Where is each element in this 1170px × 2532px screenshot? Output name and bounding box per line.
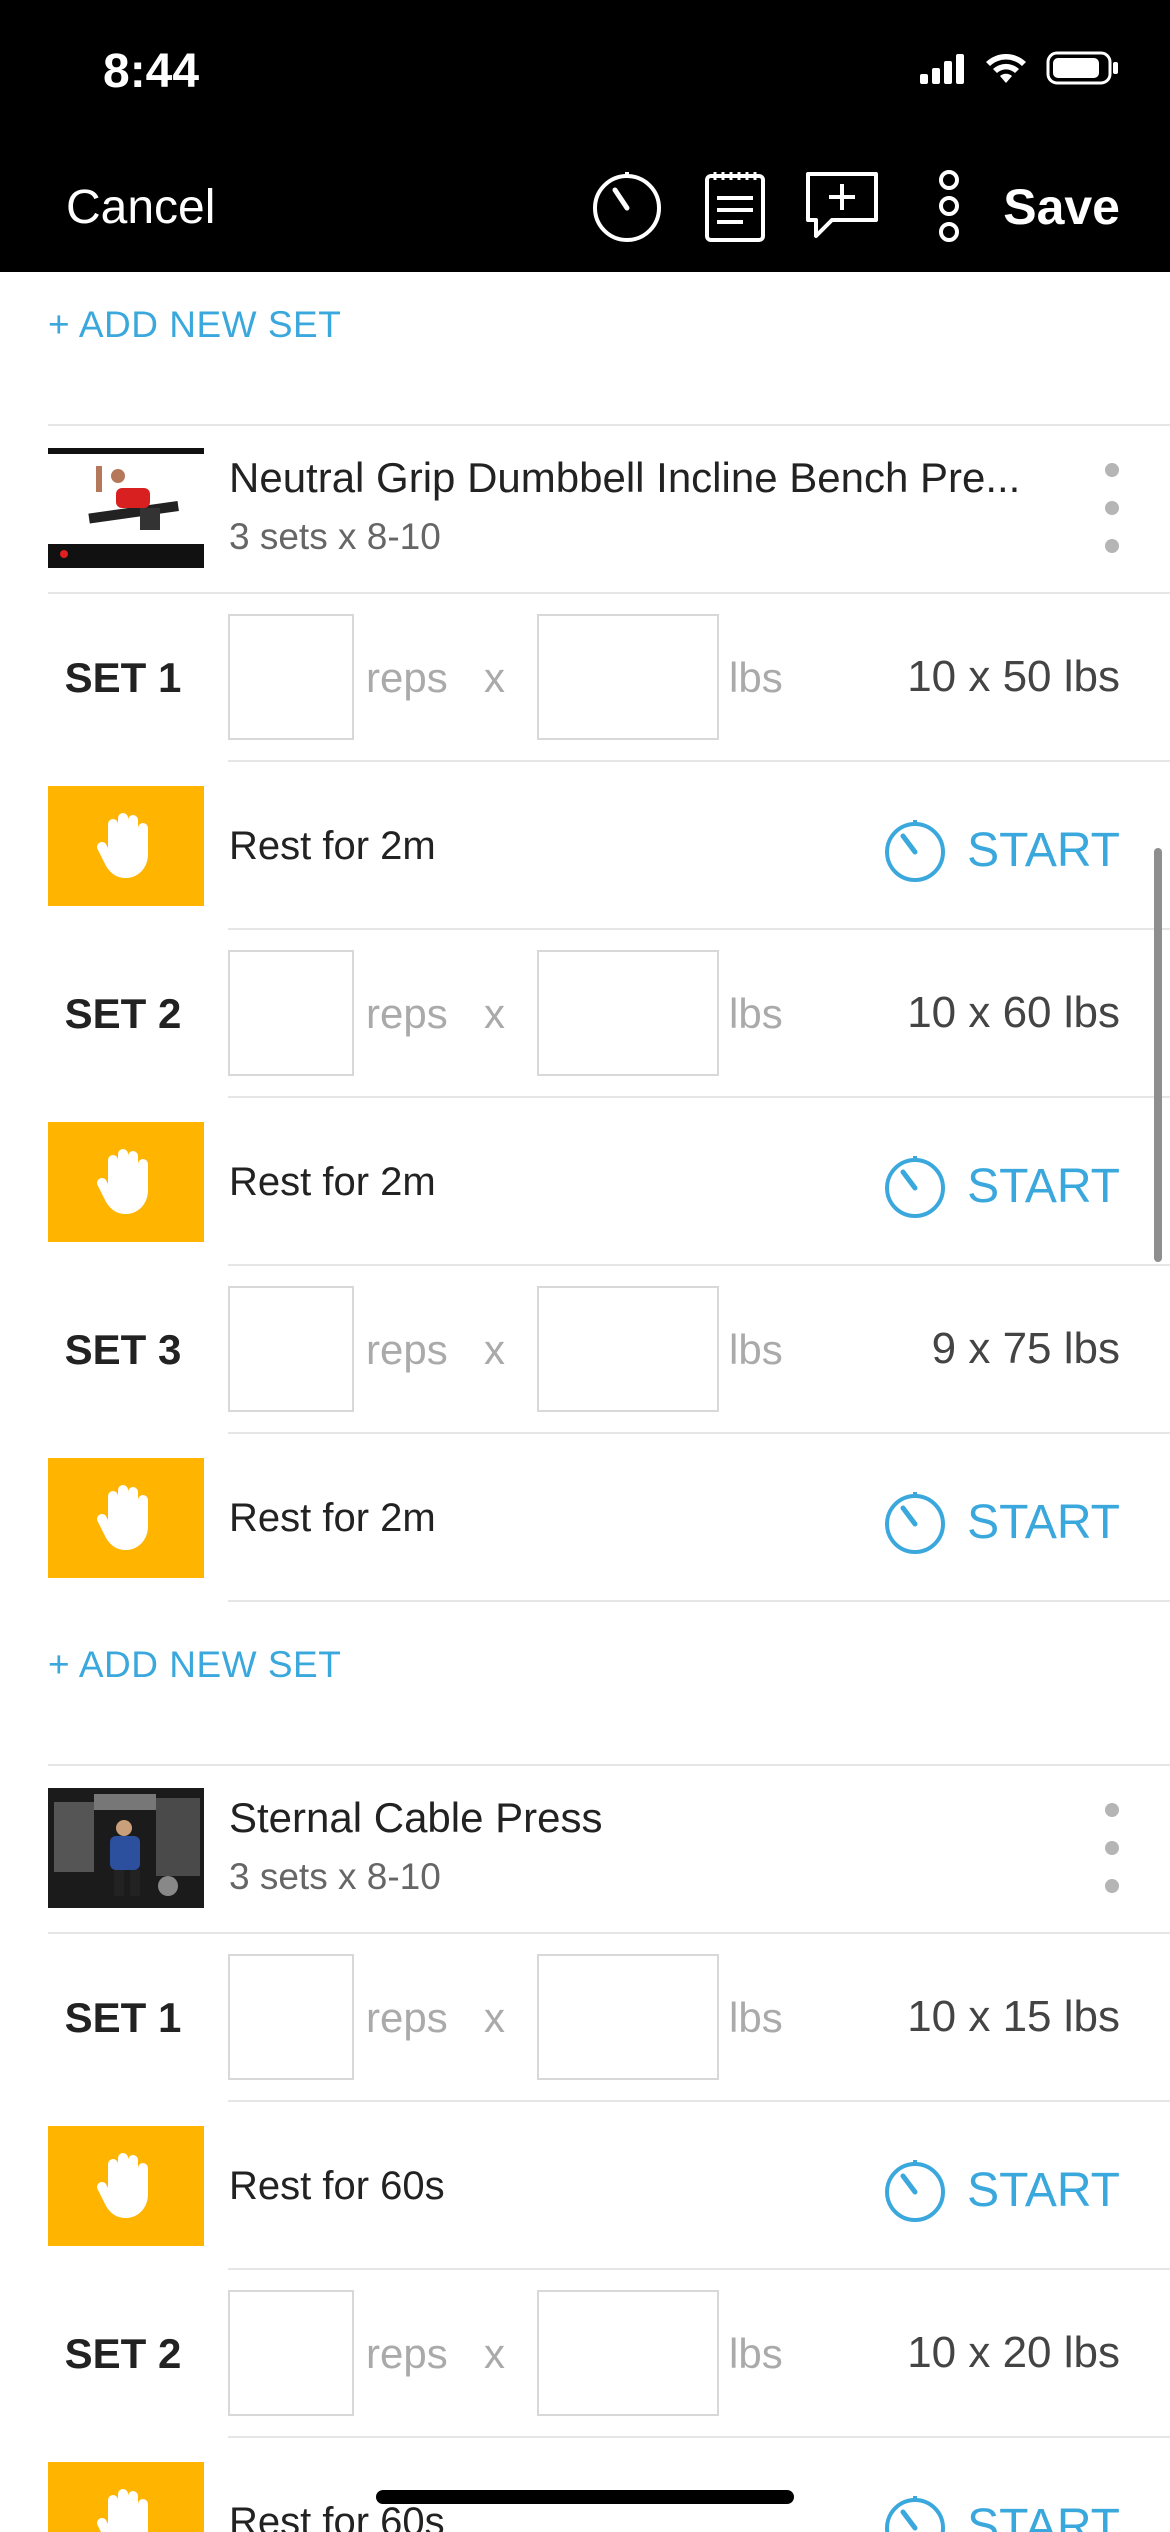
start-label: START bbox=[967, 2499, 1120, 2532]
home-indicator[interactable] bbox=[376, 2490, 794, 2504]
reps-input[interactable] bbox=[228, 1954, 354, 2080]
exercise-title[interactable]: Neutral Grip Dumbbell Incline Bench Pre.… bbox=[229, 454, 1020, 502]
start-rest-button[interactable]: START bbox=[881, 2156, 1120, 2224]
rest-duration: Rest for 60s bbox=[229, 2164, 445, 2208]
weight-input[interactable] bbox=[537, 614, 719, 740]
weight-input[interactable] bbox=[537, 950, 719, 1076]
previous-performance: 10 x 15 lbs bbox=[907, 1992, 1120, 2041]
signal-icon bbox=[920, 54, 964, 84]
timer-icon bbox=[885, 1492, 946, 1554]
weight-input[interactable] bbox=[537, 1954, 719, 2080]
add-new-set-button[interactable]: + ADD NEW SET bbox=[48, 1644, 341, 1686]
workout-toolbar: Cancel Save bbox=[0, 140, 1170, 272]
divider bbox=[48, 592, 1170, 594]
rest-hand-icon bbox=[48, 786, 204, 906]
lbs-placeholder: lbs bbox=[729, 990, 783, 1037]
weight-input[interactable] bbox=[537, 2290, 719, 2416]
divider bbox=[228, 1096, 1170, 1098]
rest-hand-icon bbox=[48, 2462, 204, 2532]
rest-hand-icon bbox=[48, 1458, 204, 1578]
divider bbox=[48, 1932, 1170, 1934]
set-label: SET 2 bbox=[64, 990, 182, 1037]
start-label: START bbox=[967, 1495, 1120, 1549]
divider bbox=[48, 1764, 1170, 1766]
rest-hand-icon bbox=[48, 1122, 204, 1242]
set-label: SET 1 bbox=[64, 654, 182, 701]
divider bbox=[228, 1432, 1170, 1434]
reps-placeholder: reps bbox=[366, 990, 448, 1037]
previous-performance: 10 x 20 lbs bbox=[907, 2328, 1120, 2377]
previous-performance: 9 x 75 lbs bbox=[931, 1324, 1120, 1373]
status-time: 8:44 bbox=[103, 45, 200, 98]
start-rest-button[interactable]: START bbox=[881, 1152, 1120, 1220]
timer-icon bbox=[885, 2496, 946, 2532]
timer-icon bbox=[885, 1156, 946, 1218]
previous-performance: 10 x 50 lbs bbox=[907, 652, 1120, 701]
reps-input[interactable] bbox=[228, 950, 354, 1076]
divider bbox=[228, 928, 1170, 930]
start-rest-button[interactable]: START bbox=[881, 2492, 1120, 2532]
exercise-title[interactable]: Sternal Cable Press bbox=[229, 1794, 603, 1842]
add-comment-icon[interactable] bbox=[800, 164, 884, 248]
more-icon[interactable] bbox=[907, 164, 991, 248]
cancel-button[interactable]: Cancel bbox=[66, 180, 215, 235]
reps-placeholder: reps bbox=[366, 654, 448, 701]
rest-duration: Rest for 2m bbox=[229, 1160, 436, 1204]
divider bbox=[228, 1264, 1170, 1266]
lbs-placeholder: lbs bbox=[729, 1994, 783, 2041]
start-rest-button[interactable]: START bbox=[881, 1488, 1120, 1556]
rest-duration: Rest for 2m bbox=[229, 1496, 436, 1540]
set-label: SET 2 bbox=[64, 2330, 182, 2377]
rest-duration: Rest for 2m bbox=[229, 824, 436, 868]
rest-hand-icon bbox=[48, 2126, 204, 2246]
wifi-icon bbox=[986, 54, 1026, 83]
times-sign: x bbox=[484, 1326, 505, 1373]
reps-placeholder: reps bbox=[366, 1326, 448, 1373]
add-new-set-button[interactable]: + ADD NEW SET bbox=[48, 304, 341, 346]
times-sign: x bbox=[484, 1994, 505, 2041]
lbs-placeholder: lbs bbox=[729, 1326, 783, 1373]
weight-input[interactable] bbox=[537, 1286, 719, 1412]
times-sign: x bbox=[484, 654, 505, 701]
set-label: SET 1 bbox=[64, 1994, 182, 2041]
reps-input[interactable] bbox=[228, 1286, 354, 1412]
start-rest-button[interactable]: START bbox=[881, 816, 1120, 884]
divider bbox=[48, 424, 1170, 426]
notes-icon[interactable] bbox=[693, 164, 777, 248]
previous-performance: 10 x 60 lbs bbox=[907, 988, 1120, 1037]
lbs-placeholder: lbs bbox=[729, 2330, 783, 2377]
divider bbox=[228, 2436, 1170, 2438]
status-icons bbox=[918, 50, 1120, 86]
save-button[interactable]: Save bbox=[1003, 178, 1120, 236]
scrollbar[interactable] bbox=[1154, 848, 1162, 1262]
times-sign: x bbox=[484, 990, 505, 1037]
divider bbox=[228, 1600, 1170, 1602]
reps-input[interactable] bbox=[228, 2290, 354, 2416]
status-bar: 8:44 bbox=[0, 0, 1170, 140]
exercise-options-icon[interactable] bbox=[1100, 1803, 1124, 1893]
reps-input[interactable] bbox=[228, 614, 354, 740]
battery-icon bbox=[1046, 51, 1118, 85]
exercise-thumbnail[interactable] bbox=[48, 448, 204, 568]
start-label: START bbox=[967, 2163, 1120, 2217]
start-label: START bbox=[967, 823, 1120, 877]
exercise-meta: 3 sets x 8-10 bbox=[229, 1856, 441, 1897]
workout-list[interactable]: + ADD NEW SET Neutral Grip Dumbbell Incl… bbox=[0, 272, 1170, 2532]
timer-icon[interactable] bbox=[585, 164, 669, 248]
exercise-thumbnail[interactable] bbox=[48, 1788, 204, 1908]
timer-icon bbox=[885, 820, 946, 882]
divider bbox=[228, 760, 1170, 762]
set-label: SET 3 bbox=[64, 1326, 182, 1373]
reps-placeholder: reps bbox=[366, 2330, 448, 2377]
timer-icon bbox=[885, 2160, 946, 2222]
divider bbox=[228, 2268, 1170, 2270]
exercise-options-icon[interactable] bbox=[1100, 463, 1124, 553]
exercise-meta: 3 sets x 8-10 bbox=[229, 516, 441, 557]
rest-duration: Rest for 60s bbox=[229, 2500, 445, 2532]
reps-placeholder: reps bbox=[366, 1994, 448, 2041]
times-sign: x bbox=[484, 2330, 505, 2377]
lbs-placeholder: lbs bbox=[729, 654, 783, 701]
divider bbox=[228, 2100, 1170, 2102]
start-label: START bbox=[967, 1159, 1120, 1213]
